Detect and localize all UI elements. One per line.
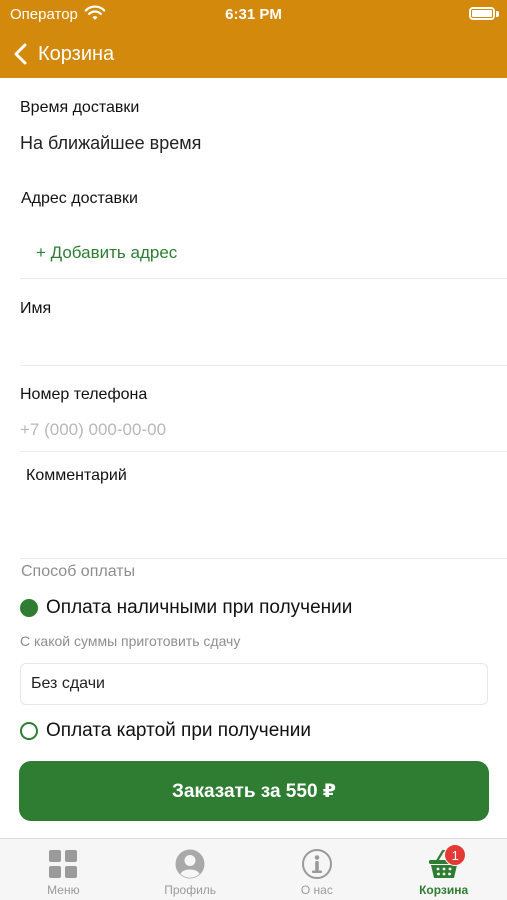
battery-tip [496,11,499,17]
payment-option-label: Оплата картой при получении [46,720,311,741]
payment-method-title: Способ оплаты [21,563,136,580]
tab-about[interactable]: О нас [254,839,381,900]
tab-cart[interactable]: 1 Корзина [380,839,507,900]
comment-label: Комментарий [26,467,127,484]
tab-label: Профиль [164,883,217,897]
back-button[interactable]: Корзина [10,36,114,72]
grid-icon [49,850,78,878]
tab-bar: Меню Профиль О нас 1 Корзина [0,838,507,900]
tab-menu[interactable]: Меню [0,839,127,900]
payment-option-cash[interactable]: Оплата наличными при получении [20,597,352,619]
clock: 6:31 PM [225,6,282,23]
page-title: Корзина [38,42,115,65]
delivery-address-label: Адрес доставки [21,190,138,207]
divider [20,558,507,559]
phone-field[interactable] [20,417,487,443]
divider [20,451,507,452]
delivery-time-label: Время доставки [20,99,140,116]
radio-checked-icon [20,599,38,617]
phone-label: Номер телефона [20,386,148,403]
name-field[interactable] [20,328,487,358]
info-icon [301,849,332,879]
order-button[interactable]: Заказать за 550 ₽ [19,761,489,821]
radio-unchecked-icon [20,722,38,740]
profile-icon [175,849,205,879]
status-bar: Оператор 6:31 PM [0,0,507,30]
tab-label: Меню [47,883,80,897]
tab-label: Корзина [419,883,469,897]
comment-field[interactable] [20,494,487,550]
divider [20,278,507,279]
payment-option-label: Оплата наличными при получении [46,597,353,618]
battery-icon [469,7,495,20]
name-label: Имя [20,300,52,317]
change-hint: С какой суммы приготовить сдачу [20,633,241,649]
change-amount-field[interactable] [20,663,488,705]
tab-label: О нас [300,883,333,897]
tab-profile[interactable]: Профиль [127,839,254,900]
divider [20,365,507,366]
cart-count-badge: 1 [444,844,467,866]
delivery-time-value[interactable]: На ближайшее время [20,133,201,154]
payment-option-card[interactable]: Оплата картой при получении [20,720,311,742]
add-address-link[interactable]: + Добавить адрес [36,243,177,263]
chevron-left-icon [14,43,27,65]
navigation-bar: Корзина [0,30,507,78]
